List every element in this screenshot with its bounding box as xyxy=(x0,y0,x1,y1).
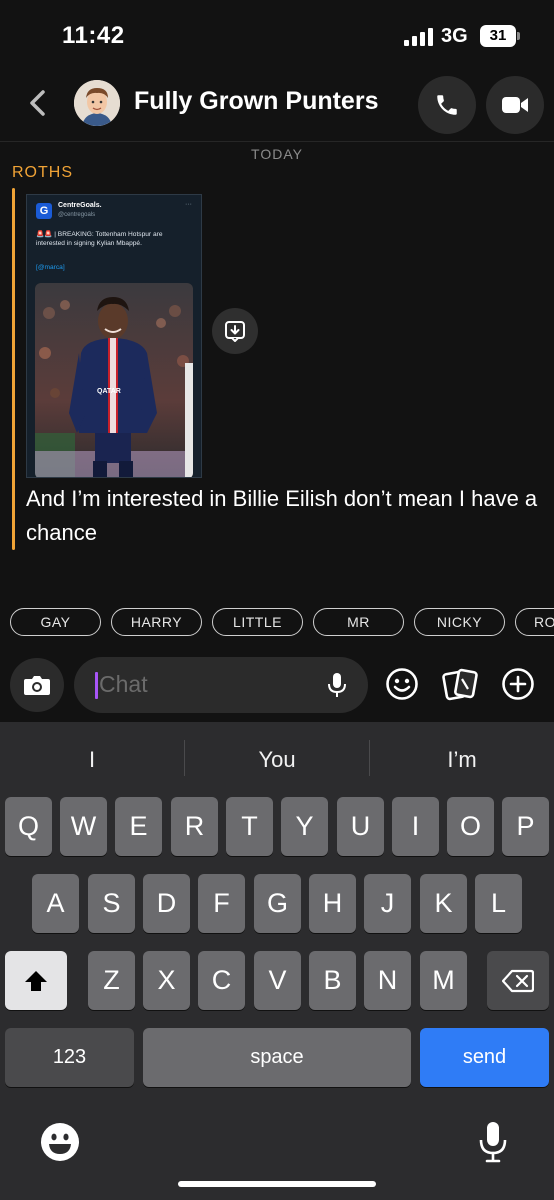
call-button[interactable] xyxy=(418,76,476,134)
key-a[interactable]: A xyxy=(32,874,79,933)
chat-header: Fully Grown Punters xyxy=(0,70,554,142)
numbers-key-label: 123 xyxy=(52,1046,87,1068)
space-key-label: space xyxy=(250,1046,304,1068)
network-type: 3G xyxy=(441,25,468,47)
chip-ro[interactable]: RO xyxy=(515,608,554,636)
sticker-button[interactable] xyxy=(440,664,480,704)
key-l[interactable]: L xyxy=(475,874,522,933)
key-d[interactable]: D xyxy=(143,874,190,933)
text-caret xyxy=(95,672,98,699)
send-key-label: send xyxy=(462,1046,507,1068)
day-separator: TODAY xyxy=(251,146,303,162)
key-q[interactable]: Q xyxy=(5,797,52,856)
key-w[interactable]: W xyxy=(60,797,107,856)
backspace-icon xyxy=(502,969,534,992)
phone-icon xyxy=(437,95,457,115)
key-p[interactable]: P xyxy=(502,797,549,856)
tweet-photo: QATAR xyxy=(35,283,193,477)
key-h[interactable]: H xyxy=(309,874,356,933)
dictation-button[interactable] xyxy=(478,1120,508,1164)
key-x[interactable]: X xyxy=(143,951,190,1010)
key-r[interactable]: R xyxy=(171,797,218,856)
svg-text:QATAR: QATAR xyxy=(97,388,121,395)
space-key[interactable]: space xyxy=(143,1028,411,1087)
send-key[interactable]: send xyxy=(420,1028,549,1087)
home-indicator[interactable] xyxy=(178,1181,376,1187)
chip-gay[interactable]: GAY xyxy=(10,608,101,636)
camera-button[interactable] xyxy=(10,658,64,712)
key-g[interactable]: G xyxy=(254,874,301,933)
backspace-key[interactable] xyxy=(487,951,549,1010)
key-c[interactable]: C xyxy=(198,951,245,1010)
key-m[interactable]: M xyxy=(420,951,467,1010)
back-button[interactable] xyxy=(22,86,52,120)
message-text[interactable]: And I’m interested in Billie Eilish don’… xyxy=(26,482,546,550)
key-y[interactable]: Y xyxy=(281,797,328,856)
chip-little[interactable]: LITTLE xyxy=(212,608,303,636)
tweet-logo: G xyxy=(36,203,52,219)
key-f[interactable]: F xyxy=(198,874,245,933)
shared-tweet-image[interactable]: G CentreGoals. @centregoals ··· 🚨🚨 | BRE… xyxy=(26,194,202,478)
key-j[interactable]: J xyxy=(364,874,411,933)
microphone-icon xyxy=(479,1122,507,1163)
key-i[interactable]: I xyxy=(392,797,439,856)
key-o[interactable]: O xyxy=(447,797,494,856)
suggestion-2[interactable]: You xyxy=(185,740,369,780)
status-time: 11:42 xyxy=(62,22,125,49)
key-u[interactable]: U xyxy=(337,797,384,856)
status-bar: 11:42 3G 31 xyxy=(0,0,554,70)
numbers-key[interactable]: 123 xyxy=(5,1028,134,1087)
suggestion-1[interactable]: I xyxy=(0,740,184,780)
emoji-keyboard-button[interactable] xyxy=(40,1122,80,1162)
battery-icon: 31 xyxy=(480,25,520,47)
plus-button[interactable] xyxy=(498,664,538,704)
key-v[interactable]: V xyxy=(254,951,301,1010)
tweet-link: [@marca] xyxy=(36,264,65,271)
chevron-left-icon xyxy=(30,90,45,116)
shift-icon xyxy=(25,970,47,991)
video-camera-icon xyxy=(502,97,528,113)
key-t[interactable]: T xyxy=(226,797,273,856)
chip-harry[interactable]: HARRY xyxy=(111,608,202,636)
sender-name[interactable]: ROTHS xyxy=(12,164,73,182)
key-n[interactable]: N xyxy=(364,951,411,1010)
save-media-button[interactable] xyxy=(212,308,258,354)
name-chips-row: GAY HARRY LITTLE MR NICKY RO xyxy=(10,608,554,638)
tweet-more-icon: ··· xyxy=(185,201,192,208)
emoji-button[interactable] xyxy=(382,664,422,704)
key-b[interactable]: B xyxy=(309,951,356,1010)
smiley-icon xyxy=(386,668,418,700)
message-accent-bar xyxy=(12,188,15,550)
emoji-icon xyxy=(41,1123,79,1161)
key-z[interactable]: Z xyxy=(88,951,135,1010)
tweet-text: 🚨🚨 | BREAKING: Tottenham Hotspur are int… xyxy=(36,231,163,247)
keyboard: I You I’m Q W E R T Y U I O P A S D F G … xyxy=(0,722,554,1200)
cards-icon xyxy=(442,668,478,701)
chat-input[interactable]: Chat xyxy=(74,657,368,713)
tweet-handle: @centregoals xyxy=(58,212,96,218)
group-avatar[interactable] xyxy=(74,80,120,126)
video-call-button[interactable] xyxy=(486,76,544,134)
chip-mr[interactable]: MR xyxy=(313,608,404,636)
chip-nicky[interactable]: NICKY xyxy=(414,608,505,636)
camera-icon xyxy=(24,676,50,695)
suggestion-3[interactable]: I’m xyxy=(370,740,554,780)
signal-icon xyxy=(404,28,434,46)
shift-key[interactable] xyxy=(5,951,67,1010)
key-k[interactable]: K xyxy=(420,874,467,933)
composer-row: Chat xyxy=(0,650,554,722)
microphone-icon[interactable] xyxy=(324,671,350,699)
tweet-account-name: CentreGoals. xyxy=(58,202,102,209)
download-icon xyxy=(225,321,245,342)
key-e[interactable]: E xyxy=(115,797,162,856)
chat-placeholder: Chat xyxy=(99,671,148,697)
key-s[interactable]: S xyxy=(88,874,135,933)
plus-circle-icon xyxy=(502,668,534,700)
chat-title[interactable]: Fully Grown Punters xyxy=(134,87,378,116)
